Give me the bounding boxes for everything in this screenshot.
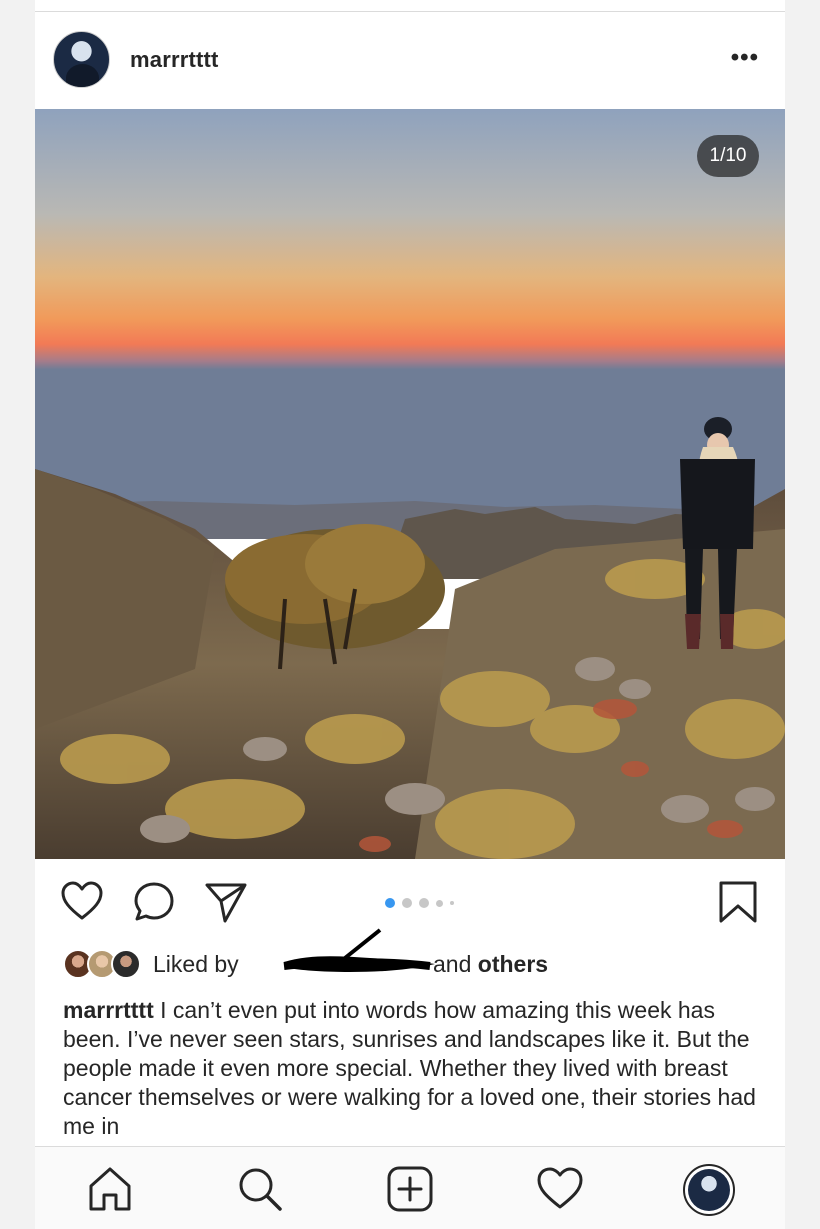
- landscape-image: [35, 109, 785, 859]
- liker-avatars[interactable]: [63, 949, 143, 981]
- and-others-label[interactable]: and others: [433, 951, 548, 978]
- profile-avatar[interactable]: [683, 1164, 735, 1216]
- post-page: marrrtttt ••• 1/10 Liked by and others m…: [35, 0, 785, 1229]
- post-header: marrrtttt •••: [35, 28, 785, 90]
- heart-icon[interactable]: [59, 879, 105, 925]
- activity-heart-icon[interactable]: [535, 1164, 585, 1214]
- carousel-dots: [385, 897, 454, 909]
- post-caption: marrrtttt I can’t even put into words ho…: [63, 996, 763, 1142]
- carousel-dot: [402, 898, 412, 908]
- author-username[interactable]: marrrtttt: [130, 47, 219, 73]
- send-icon[interactable]: [203, 879, 249, 925]
- comment-icon[interactable]: [131, 879, 177, 925]
- action-bar: [35, 873, 785, 933]
- caption-text: I can’t even put into words how amazing …: [63, 997, 756, 1139]
- bottom-nav: [35, 1146, 785, 1229]
- liked-by-label: Liked by: [153, 951, 239, 977]
- carousel-dot-active: [385, 898, 395, 908]
- carousel-dot: [450, 901, 454, 905]
- bookmark-icon[interactable]: [715, 879, 761, 925]
- caption-username[interactable]: marrrtttt: [63, 997, 154, 1023]
- plus-square-icon[interactable]: [385, 1164, 435, 1214]
- likes-row: Liked by and others: [63, 928, 763, 982]
- carousel-dot: [436, 899, 443, 907]
- top-divider: [35, 11, 785, 12]
- search-icon[interactable]: [235, 1164, 285, 1214]
- home-icon[interactable]: [85, 1164, 135, 1214]
- more-options-icon[interactable]: •••: [731, 44, 759, 72]
- author-avatar[interactable]: [53, 31, 110, 88]
- liker-avatar: [111, 949, 141, 979]
- carousel-dot: [419, 898, 429, 908]
- redaction-scribble: [283, 928, 435, 972]
- carousel-counter: 1/10: [697, 135, 759, 177]
- post-photo[interactable]: 1/10: [35, 109, 785, 859]
